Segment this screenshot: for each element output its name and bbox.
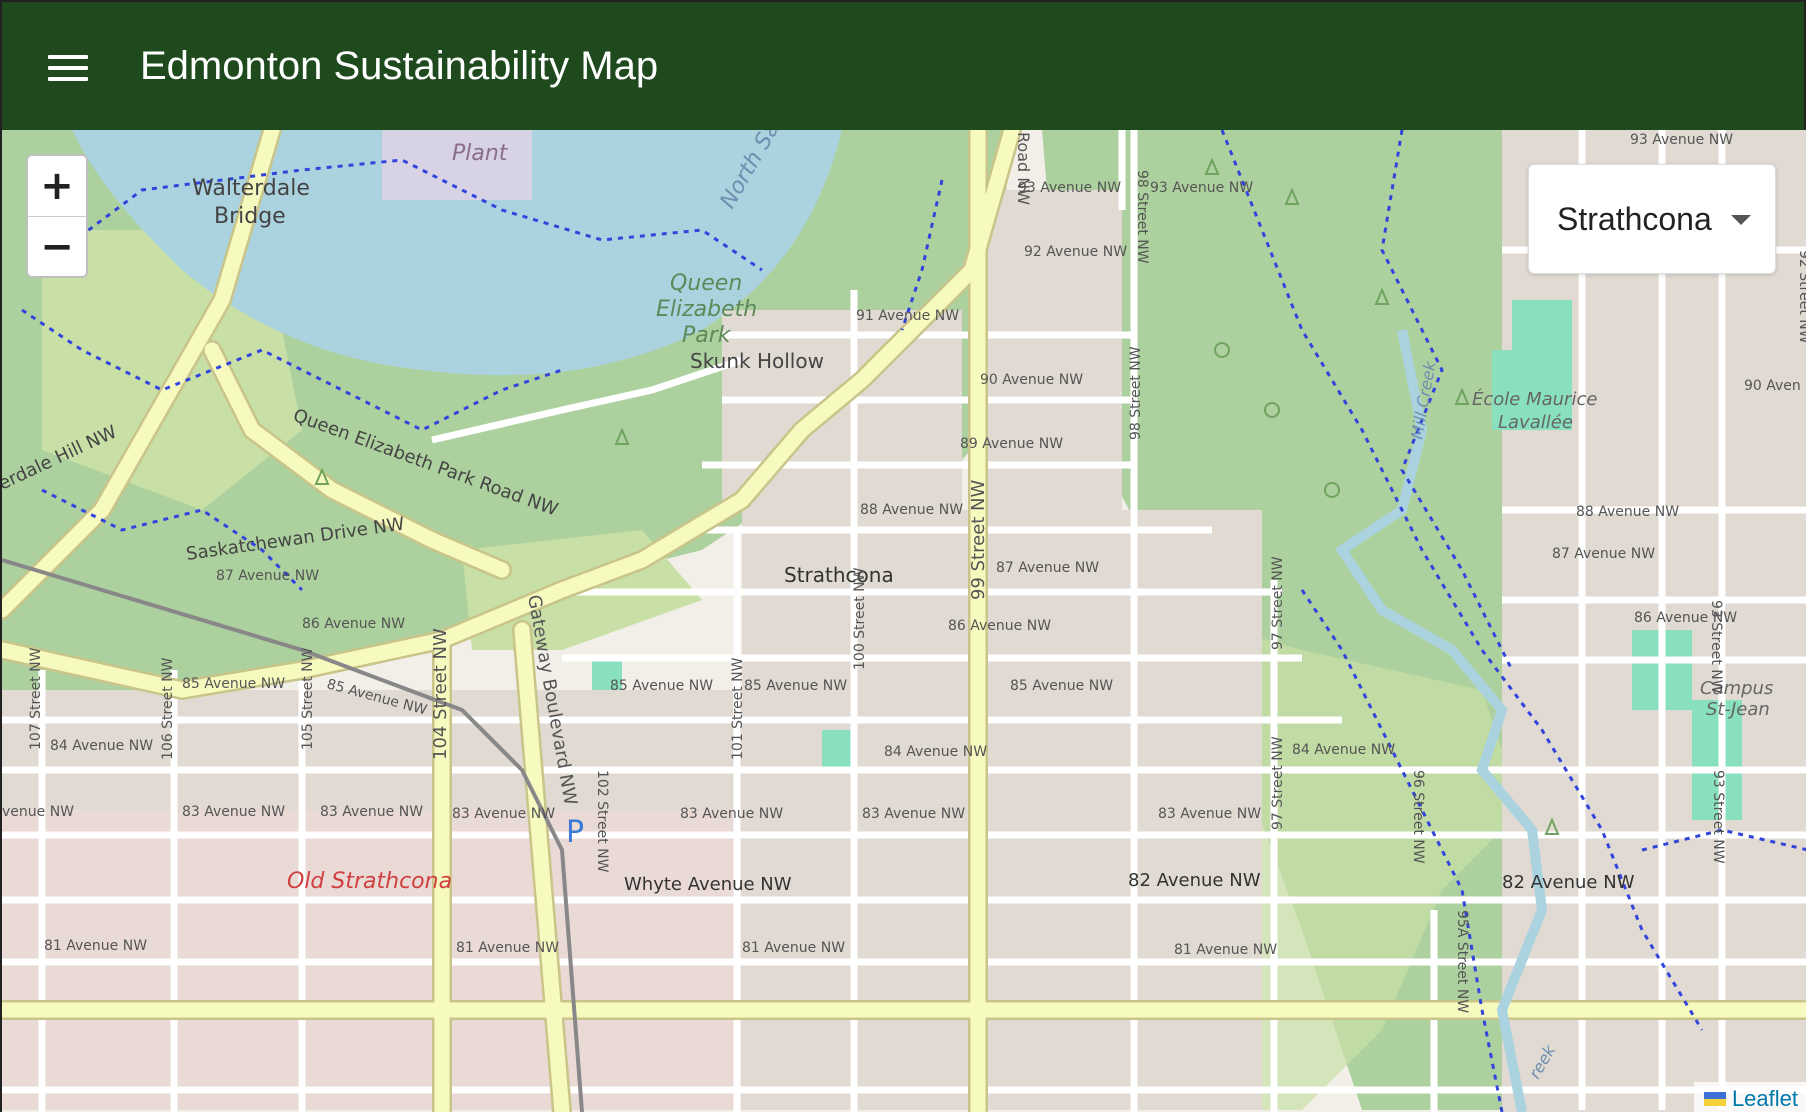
map-tiles: Plant Walterdale Bridge North Sask Queen… (2, 130, 1806, 1112)
map-label-98-st-a: 98 Street NW (1134, 170, 1150, 264)
neighbourhood-select-value: Strathcona (1557, 200, 1712, 237)
map-label-104-st: 104 Street NW (430, 628, 451, 760)
map-label-102-st: 102 Street NW (594, 770, 610, 873)
map-label-84-ave-a: 84 Avenue NW (50, 738, 153, 754)
map-label-107-st: 107 Street NW (28, 647, 44, 750)
map-label-whyte-ave: Whyte Avenue NW (624, 874, 792, 895)
hamburger-menu-icon[interactable] (42, 46, 94, 90)
map-label-83-ave-f: 83 Avenue NW (862, 806, 965, 822)
map-label-strathcona: Strathcona (784, 563, 894, 587)
map-label-92-ave: 92 Avenue NW (1024, 244, 1127, 260)
map-label-105-st: 105 Street NW (300, 647, 316, 750)
map-label-bridge: Bridge (214, 204, 286, 229)
map-label-83-ave-c: 83 Avenue NW (320, 804, 423, 820)
map-label-86-ave-b: 86 Avenue NW (948, 618, 1051, 634)
map-label-97-st-a: 97 Street NW (1270, 556, 1286, 650)
map-label-82-ave-a: 82 Avenue NW (1128, 870, 1261, 891)
ukraine-flag-icon (1703, 1092, 1726, 1106)
map-label-campus-2: St-Jean (1706, 699, 1770, 720)
map-label-90-ave-a: 90 Avenue NW (980, 372, 1083, 388)
map-label-85-ave-c: 85 Avenue NW (610, 678, 713, 694)
map-label-88-ave-b: 88 Avenue NW (1576, 504, 1679, 520)
map-label-101-st: 101 Street NW (730, 657, 746, 760)
neighbourhood-select[interactable]: Strathcona (1528, 164, 1776, 274)
map-label-85-ave-d: 85 Avenue NW (744, 678, 847, 694)
map-label-87-ave-a: 87 Avenue NW (216, 568, 319, 584)
map-label-83-ave-e: 83 Avenue NW (680, 806, 783, 822)
map-label-86-ave-a: 86 Avenue NW (302, 616, 405, 632)
map-label-old-strathcona: Old Strathcona (287, 869, 452, 894)
map-label-87-ave-c: 87 Avenue NW (1552, 546, 1655, 562)
app-title: Edmonton Sustainability Map (140, 44, 659, 88)
map-label-walterdale: Walterdale (192, 176, 310, 201)
chevron-down-icon (1731, 215, 1751, 225)
map-label-84-ave-c: 84 Avenue NW (1292, 742, 1395, 758)
map-label-89-ave: 89 Avenue NW (960, 436, 1063, 452)
zoom-in-button[interactable]: + (28, 156, 86, 216)
map-label-97-st-b: 97 Street NW (1270, 736, 1286, 830)
map-view[interactable]: Plant Walterdale Bridge North Sask Queen… (0, 130, 1806, 1112)
map-label-85-ave-e: 85 Avenue NW (1010, 678, 1113, 694)
map-label-skunk-hollow: Skunk Hollow (690, 349, 824, 373)
map-label-88-ave-a: 88 Avenue NW (860, 502, 963, 518)
map-label-95a-st: 95A Street NW (1454, 910, 1470, 1013)
map-label-qe-park-3: Park (682, 323, 732, 348)
map-label-90-ave-b: 90 Aven (1744, 378, 1801, 394)
zoom-out-button[interactable]: − (28, 216, 86, 276)
map-label-106-st: 106 Street NW (160, 657, 176, 760)
map-label-81-ave-c: 81 Avenue NW (742, 940, 845, 956)
map-label-83-ave-d: 83 Avenue NW (452, 806, 555, 822)
map-label-93-ave-c: 93 Avenue NW (1630, 132, 1733, 148)
map-label-99-st: 99 Street NW (968, 479, 989, 600)
map-label-92-st: 92 Street NW (1796, 250, 1806, 344)
map-label-82-ave-b: 82 Avenue NW (1502, 872, 1635, 893)
map-label-87-ave-b: 87 Avenue NW (996, 560, 1099, 576)
map-label-93-ave-b: 93 Avenue NW (1150, 180, 1253, 196)
map-label-93-st-b: 93 Street NW (1710, 770, 1726, 864)
map-label-84-ave-b: 84 Avenue NW (884, 744, 987, 760)
map-label-ecole-1: École Maurice (1472, 388, 1597, 410)
map-label-ecole-2: Lavallée (1498, 412, 1573, 433)
map-label-81-ave-d: 81 Avenue NW (1174, 942, 1277, 958)
leaflet-link[interactable]: Leaflet (1732, 1086, 1798, 1112)
map-label-93-st-a: 93 Street NW (1708, 600, 1724, 694)
map-label-81-ave-a: 81 Avenue NW (44, 938, 147, 954)
map-label-qe-park-1: Queen (670, 271, 742, 296)
app-header: Edmonton Sustainability Map (0, 0, 1806, 130)
map-label-road-nw: Road NW (1014, 132, 1033, 205)
map-label-plant: Plant (452, 141, 509, 166)
map-label-qe-park-2: Elizabeth (656, 297, 757, 322)
map-label-100-st: 100 Street NW (852, 567, 868, 670)
map-label-85-ave-a: 85 Avenue NW (182, 676, 285, 692)
map-label-83-ave-a: venue NW (2, 804, 74, 820)
map-attribution: Leaflet (1693, 1082, 1806, 1112)
map-label-96-st: 96 Street NW (1410, 770, 1426, 864)
map-label-98-st-b: 98 Street NW (1128, 346, 1144, 440)
map-label-83-ave-g: 83 Avenue NW (1158, 806, 1261, 822)
map-label-83-ave-b: 83 Avenue NW (182, 804, 285, 820)
parking-icon: P (566, 815, 584, 850)
map-label-81-ave-b: 81 Avenue NW (456, 940, 559, 956)
zoom-control: + − (26, 154, 88, 278)
map-label-91-ave: 91 Avenue NW (856, 308, 959, 324)
